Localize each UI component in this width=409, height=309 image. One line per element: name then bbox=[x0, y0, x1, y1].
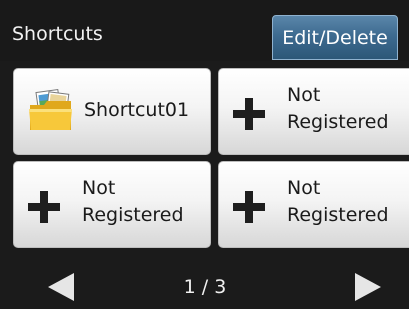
shortcut-tile-not-registered-3[interactable]: Not Registered bbox=[218, 161, 409, 248]
footer-bar: 1 / 3 bbox=[0, 258, 409, 309]
right-arrow-icon[interactable] bbox=[345, 271, 385, 303]
shortcut-tile-shortcut01[interactable]: Shortcut01 bbox=[13, 68, 211, 155]
shortcut-label: Not Registered bbox=[287, 177, 389, 226]
page-indicator: 1 / 3 bbox=[183, 276, 227, 298]
folder-icon bbox=[29, 88, 72, 130]
left-arrow-icon[interactable] bbox=[44, 271, 84, 303]
shortcut-tile-not-registered-2[interactable]: Not Registered bbox=[13, 161, 211, 248]
shortcut-label: Not Registered bbox=[287, 84, 389, 133]
edit-delete-button[interactable]: Edit/Delete bbox=[272, 15, 398, 60]
header-bar: Shortcuts Edit/Delete bbox=[0, 0, 409, 61]
plus-icon bbox=[28, 191, 60, 223]
shortcut-label: Not Registered bbox=[82, 177, 184, 226]
screen-title: Shortcuts bbox=[12, 23, 103, 45]
plus-icon bbox=[233, 191, 265, 223]
shortcut-label: Shortcut01 bbox=[84, 99, 190, 121]
plus-icon bbox=[233, 98, 265, 130]
shortcut-tile-not-registered-1[interactable]: Not Registered bbox=[218, 68, 409, 155]
